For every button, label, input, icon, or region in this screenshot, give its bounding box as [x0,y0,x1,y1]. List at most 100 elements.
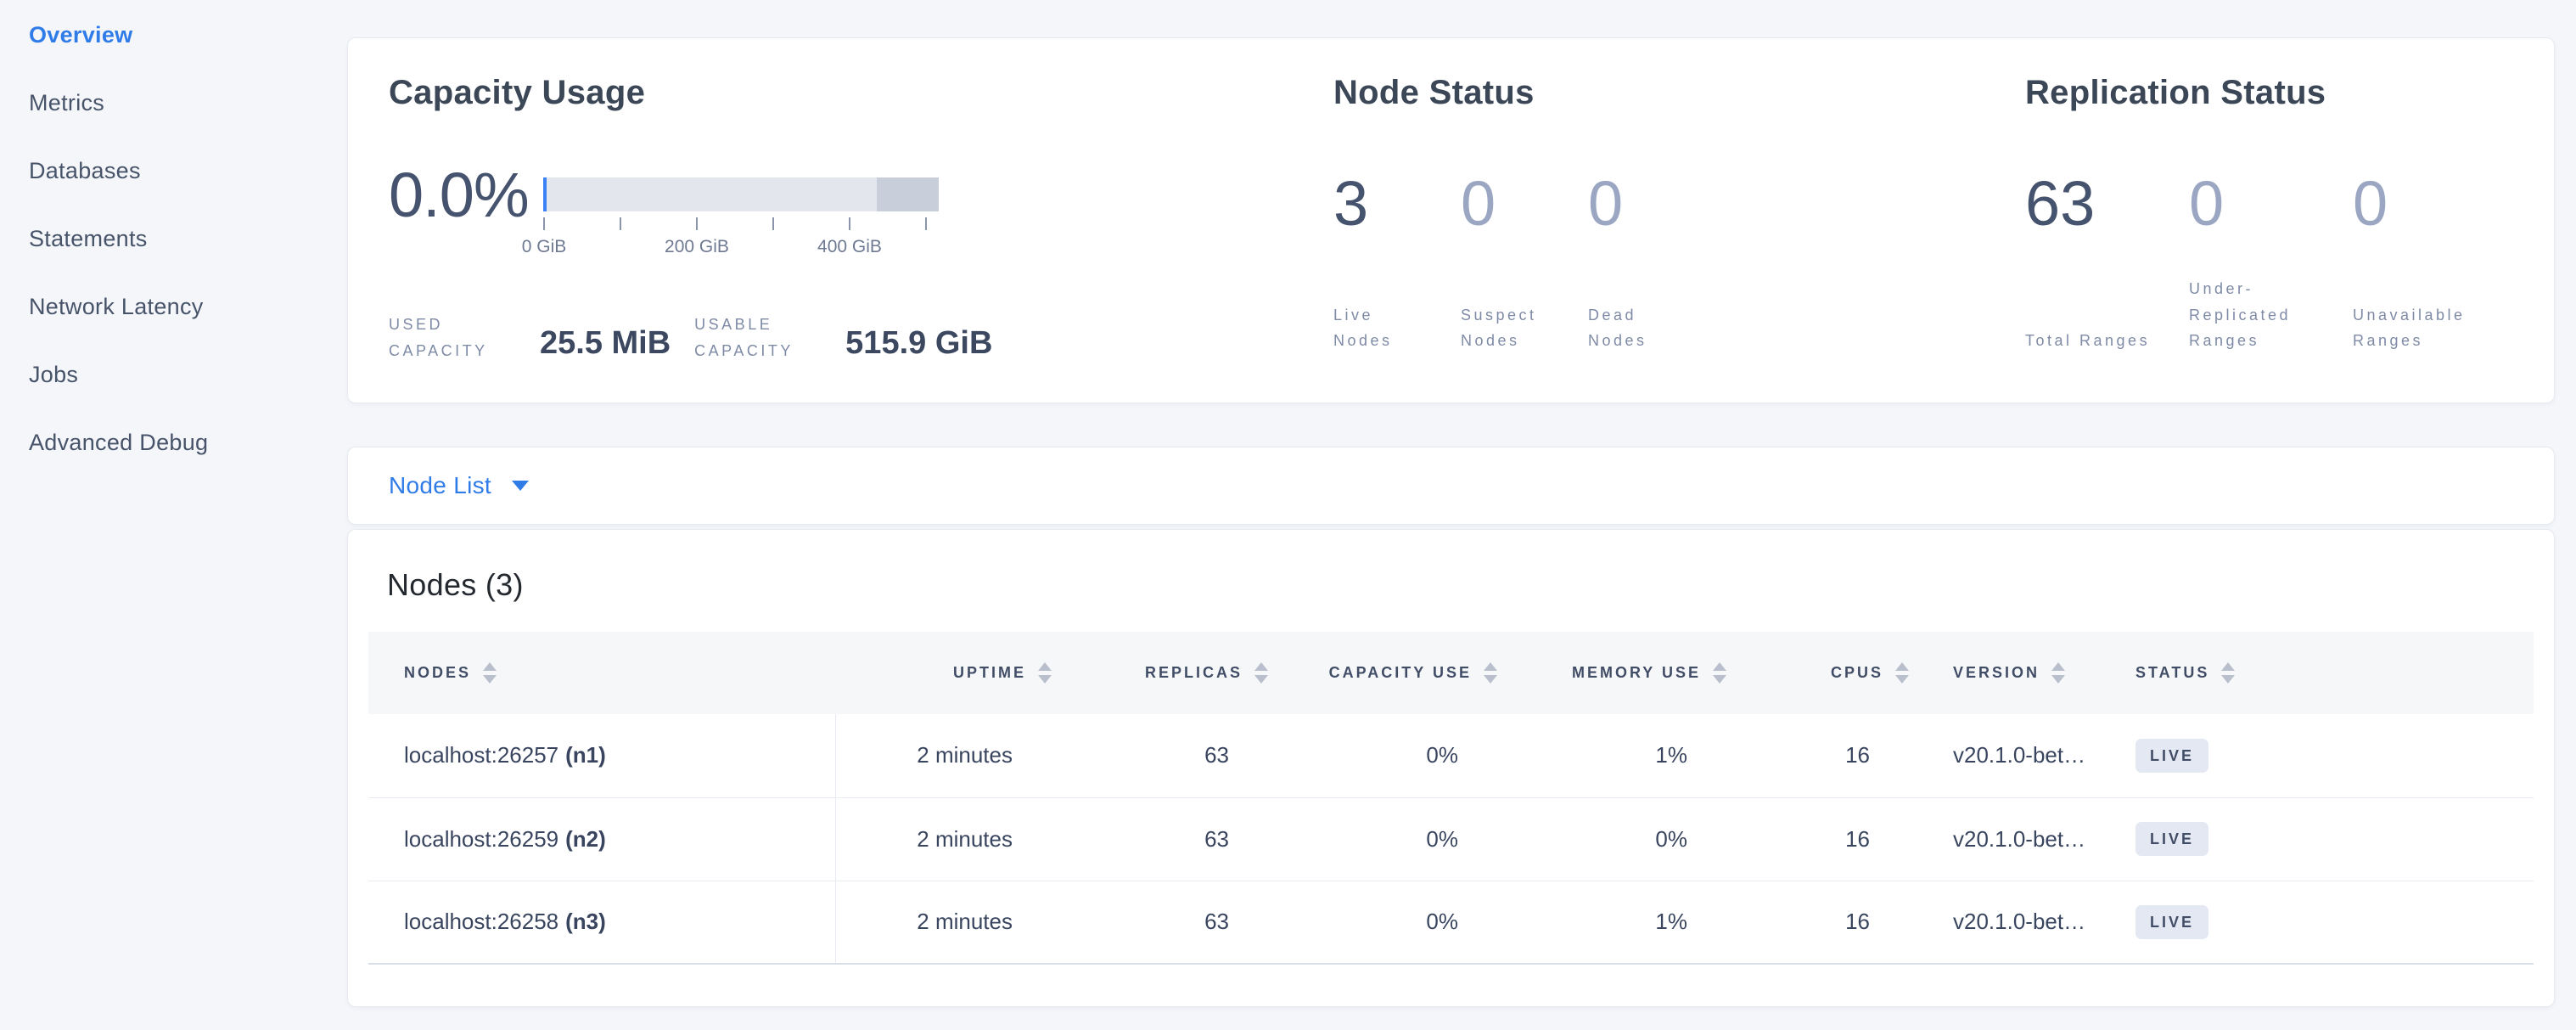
sidebar-item-network-latency[interactable]: Network Latency [0,273,347,341]
node-id: (n1) [565,742,606,768]
sort-icon [2051,662,2065,684]
sidebar-item-statements[interactable]: Statements [0,205,347,273]
table-row-node-3[interactable]: localhost:26258(n3) 2 minutes 63 0% 1% 1… [368,881,2534,964]
sidebar-item-metrics[interactable]: Metrics [0,69,347,137]
live-status-badge: LIVE [2135,739,2208,773]
column-header-cpus[interactable]: CPUs [1726,632,1909,714]
nodes-heading: Nodes (3) [387,567,2534,603]
capacity-use-cell: 0% [1268,797,1497,881]
column-header-version[interactable]: Version [1909,632,2125,714]
capacity-usage-section: Capacity Usage 0.0% 0 GiB [348,38,1333,402]
dropdown-label: Node List [389,472,491,499]
column-header-status[interactable]: Status [2125,632,2295,714]
node-status-title: Node Status [1333,72,2025,113]
column-header-memory-use[interactable]: Memory Use [1497,632,1726,714]
table-row-node-1[interactable]: localhost:26257(n1) 2 minutes 63 0% 1% 1… [368,714,2534,797]
main-content: Capacity Usage 0.0% 0 GiB [347,0,2555,1007]
sort-icon [1038,662,1052,684]
live-nodes-value: 3 [1333,172,1461,235]
usable-capacity-label: Usable Capacity [694,312,806,363]
sidebar-item-overview[interactable]: Overview [0,1,347,69]
dead-nodes-value: 0 [1588,172,1715,235]
column-header-nodes[interactable]: Nodes [368,632,835,714]
replicas-cell: 63 [1052,881,1268,964]
capacity-gauge: 0.0% 0 GiB 200 GiB [389,177,1333,273]
suspect-nodes-label: Suspect Nodes [1461,302,1588,354]
memory-use-cell: 1% [1497,714,1726,797]
replication-status-section: Replication Status 63 0 0 Total Ranges U… [2025,38,2554,402]
view-selector-dropdown[interactable]: Node List [389,472,529,499]
sidebar-item-advanced-debug[interactable]: Advanced Debug [0,408,347,476]
axis-tick-label: 0 GiB [522,237,567,257]
cluster-summary-card: Capacity Usage 0.0% 0 GiB [347,37,2555,403]
reserved-capacity-segment [877,177,939,211]
suspect-nodes-value: 0 [1461,172,1588,235]
sidebar: Overview Metrics Databases Statements Ne… [0,0,347,476]
sidebar-item-databases[interactable]: Databases [0,137,347,205]
cpus-cell: 16 [1726,714,1909,797]
sort-icon [2221,662,2235,684]
capacity-use-cell: 0% [1268,714,1497,797]
version-cell: v20.1.0-bet… [1909,797,2125,881]
table-row-node-2[interactable]: localhost:26259(n2) 2 minutes 63 0% 0% 1… [368,797,2534,881]
version-cell: v20.1.0-bet… [1909,881,2125,964]
node-address-cell: localhost:26257(n1) [368,714,835,797]
sort-icon [483,662,497,684]
used-capacity-marker [543,177,547,211]
live-status-badge: LIVE [2135,822,2208,856]
sidebar-item-jobs[interactable]: Jobs [0,341,347,408]
under-replicated-ranges-value: 0 [2189,172,2353,235]
status-cell: LIVE [2125,797,2295,881]
node-id: (n3) [565,909,606,934]
sort-icon [1895,662,1909,684]
live-nodes-label: Live Nodes [1333,302,1461,354]
under-replicated-ranges-label: Under-Replicated Ranges [2189,276,2353,354]
nodes-table: Nodes Uptime Replicas Capacity Use Memor… [368,632,2534,965]
sort-icon [1713,662,1726,684]
node-id: (n2) [565,826,606,852]
sort-icon [1254,662,1268,684]
sort-icon [1484,662,1497,684]
nodes-table-card: Nodes (3) Nodes Uptime Replicas [347,529,2555,1007]
unavailable-ranges-label: Unavailable Ranges [2353,302,2517,354]
capacity-use-cell: 0% [1268,881,1497,964]
capacity-usage-title: Capacity Usage [389,72,1333,113]
node-list-dropdown-card: Node List [347,447,2555,525]
memory-use-cell: 1% [1497,881,1726,964]
uptime-cell: 2 minutes [835,797,1052,881]
capacity-gauge-bar [543,177,939,211]
uptime-cell: 2 minutes [835,881,1052,964]
column-header-capacity-use[interactable]: Capacity Use [1268,632,1497,714]
axis-tick-label: 400 GiB [817,237,882,257]
usable-capacity-stat: Usable Capacity 515.9 GiB [694,312,992,363]
chevron-down-icon [512,481,529,491]
live-status-badge: LIVE [2135,905,2208,939]
capacity-percent-value: 0.0% [389,164,543,273]
uptime-cell: 2 minutes [835,714,1052,797]
column-header-replicas[interactable]: Replicas [1052,632,1268,714]
capacity-axis: 0 GiB 200 GiB 400 GiB [543,211,939,273]
cpus-cell: 16 [1726,797,1909,881]
used-capacity-value: 25.5 MiB [540,325,671,362]
used-capacity-stat: Used Capacity 25.5 MiB [389,312,671,363]
axis-tick-label: 200 GiB [665,237,729,257]
replicas-cell: 63 [1052,714,1268,797]
memory-use-cell: 0% [1497,797,1726,881]
node-status-section: Node Status 3 0 0 Live Nodes Suspect Nod… [1333,38,2025,402]
column-header-uptime[interactable]: Uptime [835,632,1052,714]
replicas-cell: 63 [1052,797,1268,881]
unavailable-ranges-value: 0 [2353,172,2517,235]
status-cell: LIVE [2125,714,2295,797]
used-capacity-label: Used Capacity [389,312,501,363]
usable-capacity-value: 515.9 GiB [845,325,992,362]
replication-status-title: Replication Status [2025,72,2554,113]
total-ranges-value: 63 [2025,172,2189,235]
dead-nodes-label: Dead Nodes [1588,302,1715,354]
node-address-cell: localhost:26259(n2) [368,797,835,881]
total-ranges-label: Total Ranges [2025,328,2189,354]
version-cell: v20.1.0-bet… [1909,714,2125,797]
table-header-row: Nodes Uptime Replicas Capacity Use Memor… [368,632,2534,714]
cpus-cell: 16 [1726,881,1909,964]
node-address-cell: localhost:26258(n3) [368,881,835,964]
status-cell: LIVE [2125,881,2295,964]
